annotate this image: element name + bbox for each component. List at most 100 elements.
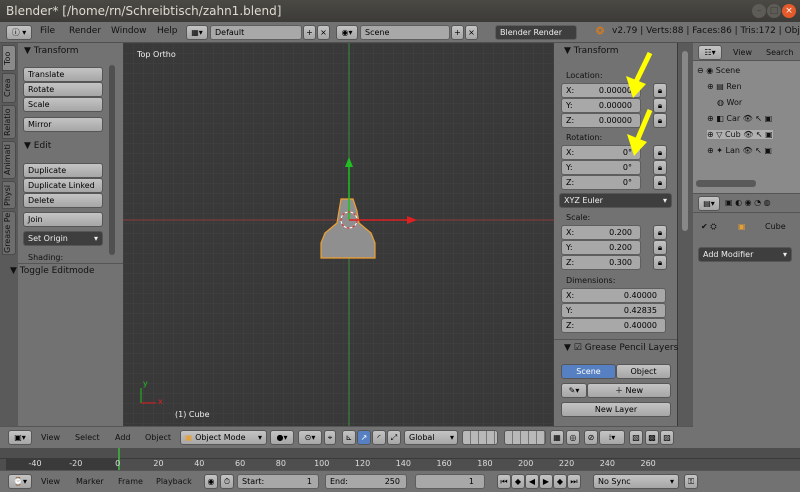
rotate-manipulator-icon[interactable]: ◜ <box>372 430 386 445</box>
snap-element-icon[interactable]: ⁞▾ <box>599 430 625 445</box>
edit-panel-header[interactable]: ▼ Edit <box>24 141 51 151</box>
3d-viewport[interactable]: Top Ortho y x (1) Cube <box>123 43 554 426</box>
manipulator-icon[interactable]: ⌖ <box>324 430 336 445</box>
tl-menu-playback[interactable]: Playback <box>156 477 192 486</box>
remove-layout-button[interactable]: × <box>317 25 330 40</box>
scene-field[interactable]: Scene <box>360 25 450 40</box>
menu-view[interactable]: View <box>41 433 60 442</box>
keying-icon[interactable]: ⚿ <box>684 474 698 489</box>
outliner-view-menu[interactable]: View <box>733 48 752 57</box>
screen-layout-icon[interactable]: ▦▾ <box>186 25 208 40</box>
minimize-icon[interactable]: – <box>752 4 766 18</box>
dimensions-y-field[interactable]: Y: 0.42835 <box>561 303 666 318</box>
tab-relations[interactable]: Relatio <box>2 105 16 139</box>
layout-field[interactable]: Default <box>210 25 302 40</box>
lock-scale-z-icon[interactable]: 🔒︎ <box>653 255 667 270</box>
new-layer-button[interactable]: New Layer <box>561 402 671 417</box>
duplicate-linked-button[interactable]: Duplicate Linked <box>23 178 103 193</box>
viewport-canvas[interactable] <box>123 43 554 426</box>
properties-editor-icon[interactable]: ▤▾ <box>698 196 720 211</box>
duplicate-button[interactable]: Duplicate <box>23 163 103 178</box>
timeline-editor-icon[interactable]: ⌚▾ <box>8 474 32 489</box>
npanel-scrollbar[interactable] <box>682 51 688 231</box>
dimensions-x-field[interactable]: X: 0.40000 <box>561 288 666 303</box>
layers-row-2[interactable] <box>504 430 546 445</box>
outliner-item-lamp[interactable]: ⊕ ✦ Lan 👁︎ ↖ ▣ <box>707 146 772 155</box>
dimensions-z-field[interactable]: Z: 0.40000 <box>561 318 666 333</box>
scale-z-field[interactable]: Z: 0.300 <box>561 255 641 270</box>
rotation-z-field[interactable]: Z: 0° <box>561 175 641 190</box>
sync-select[interactable]: No Sync ▾ <box>593 474 679 489</box>
menu-object[interactable]: Object <box>145 433 171 442</box>
orientation-select[interactable]: Global ▾ <box>404 430 458 445</box>
menu-add[interactable]: Add <box>115 433 131 442</box>
npanel-transform-header[interactable]: ▼ Transform <box>564 46 619 56</box>
editor-type-info-icon[interactable]: ⓘ ▾ <box>6 25 32 40</box>
tl-menu-view[interactable]: View <box>41 477 60 486</box>
menu-select[interactable]: Select <box>75 433 100 442</box>
start-frame-field[interactable]: Start: 1 <box>237 474 319 489</box>
grease-pencil-header[interactable]: ▼ ☑ Grease Pencil Layers <box>564 343 678 353</box>
new-grease-button[interactable]: ＋ New <box>587 383 671 398</box>
current-frame-field[interactable]: 1 <box>415 474 485 489</box>
opengl-anim-icon[interactable]: ▨ <box>660 430 674 445</box>
rotation-mode-select[interactable]: XYZ Euler ▾ <box>559 193 672 208</box>
snap-icon[interactable]: ⊘ <box>584 430 598 445</box>
toolshelf-scrollbar[interactable] <box>109 65 115 255</box>
play-reverse-icon[interactable]: ◀ <box>525 474 539 489</box>
translate-button[interactable]: Translate <box>23 67 103 82</box>
tab-animation[interactable]: Animati <box>2 141 16 179</box>
preview-range-icon[interactable]: ⏱ <box>220 474 234 489</box>
scale-manipulator-icon[interactable]: ⤢ <box>387 430 401 445</box>
3d-view-editor-icon[interactable]: ▣▾ <box>8 430 32 445</box>
tab-tools[interactable]: Too <box>2 45 16 71</box>
outliner-editor-icon[interactable]: ☷▾ <box>698 45 722 60</box>
remove-scene-button[interactable]: × <box>465 25 478 40</box>
jump-end-icon[interactable]: ⏭ <box>567 474 581 489</box>
pivot-point-icon[interactable]: ⊙▾ <box>298 430 322 445</box>
mirror-button[interactable]: Mirror <box>23 117 103 132</box>
properties-context-icons[interactable]: ▣ ◐ ◉ ◔ ◍ <box>725 198 771 207</box>
menu-help[interactable]: Help <box>157 26 178 36</box>
outliner-item-cube[interactable]: ⊕ ▽ Cub 👁︎ ↖ ▣ <box>707 130 773 139</box>
proportional-edit-icon[interactable]: ◎ <box>566 430 580 445</box>
lock-scale-y-icon[interactable]: 🔒︎ <box>653 240 667 255</box>
opengl-render-icon[interactable]: ▩ <box>645 430 659 445</box>
set-origin-select[interactable]: Set Origin ▾ <box>23 231 103 246</box>
outliner-search-menu[interactable]: Search <box>766 48 793 57</box>
menu-render[interactable]: Render <box>69 26 101 36</box>
next-keyframe-icon[interactable]: ◆ <box>553 474 567 489</box>
tl-menu-frame[interactable]: Frame <box>118 477 143 486</box>
outliner-item-scene[interactable]: ⊖ ◉ Scene <box>697 66 740 75</box>
delete-button[interactable]: Delete <box>23 193 103 208</box>
add-layout-button[interactable]: + <box>303 25 316 40</box>
add-modifier-select[interactable]: Add Modifier ▾ <box>698 247 792 262</box>
render-preview-icon[interactable]: ▧ <box>629 430 643 445</box>
outliner-hscrollbar[interactable] <box>696 180 756 187</box>
outliner-item-render[interactable]: ⊕ ▤ Ren <box>707 82 742 91</box>
close-icon[interactable]: × <box>782 4 796 18</box>
prev-keyframe-icon[interactable]: ◆ <box>511 474 525 489</box>
transform-panel-header[interactable]: ▼ Transform <box>24 46 79 56</box>
end-frame-field[interactable]: End: 250 <box>325 474 407 489</box>
menu-file[interactable]: File <box>40 26 55 36</box>
scale-button[interactable]: Scale <box>23 97 103 112</box>
play-icon[interactable]: ▶ <box>539 474 553 489</box>
viewport-shading-icon[interactable]: ●▾ <box>270 430 294 445</box>
mode-select[interactable]: ▣ Object Mode ▾ <box>180 430 267 445</box>
tab-physics[interactable]: Physi <box>2 181 16 209</box>
add-scene-button[interactable]: + <box>451 25 464 40</box>
lock-layers-icon[interactable]: ▦ <box>550 430 564 445</box>
toggle-editmode-header[interactable]: ▼ Toggle Editmode <box>10 266 95 276</box>
tab-grease-pencil[interactable]: Grease Pe <box>2 211 16 255</box>
transform-manipulator-icon[interactable]: ⊾ <box>342 430 356 445</box>
translate-manipulator-icon[interactable]: ↗ <box>357 430 371 445</box>
tl-menu-marker[interactable]: Marker <box>76 477 104 486</box>
grease-object-tab[interactable]: Object <box>616 364 671 379</box>
record-icon[interactable]: ◉ <box>204 474 218 489</box>
timeline[interactable]: -40 -20 0 20 40 60 80 100 120 140 160 180 200 220 240 2… <box>0 448 800 470</box>
lock-scale-x-icon[interactable]: 🔒︎ <box>653 225 667 240</box>
scale-x-field[interactable]: X: 0.200 <box>561 225 641 240</box>
rotate-button[interactable]: Rotate <box>23 82 103 97</box>
tab-create[interactable]: Crea <box>2 73 16 103</box>
